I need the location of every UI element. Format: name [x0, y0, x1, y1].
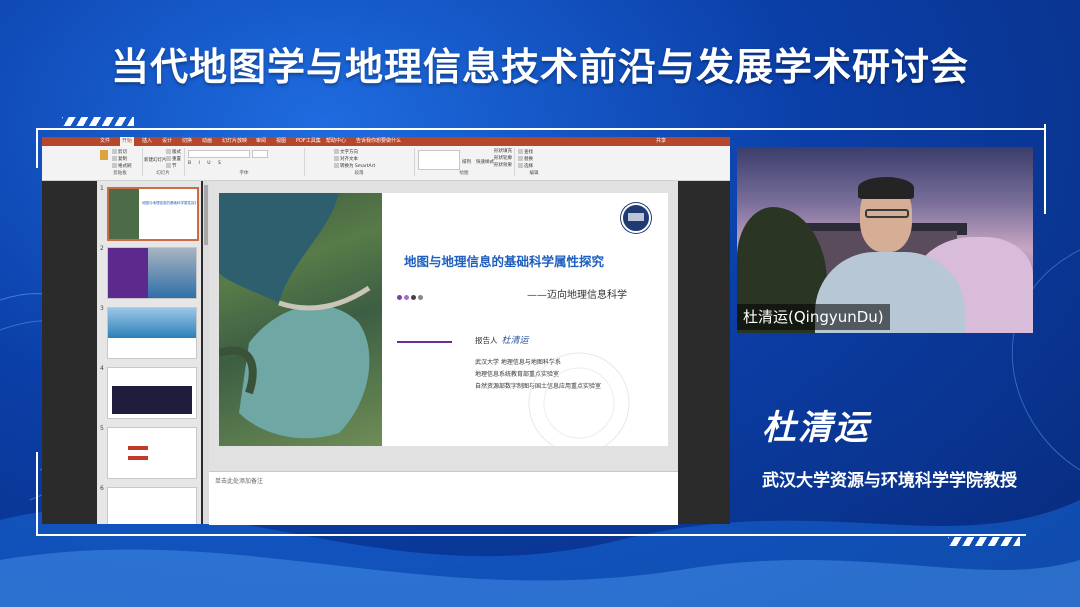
thumb-number: 1 — [100, 185, 104, 192]
slide-thumbnail-1[interactable]: 地图与地理信息的基础科学属性探究 — [107, 187, 199, 241]
video-name-tag: 杜清运(QingyunDu) — [737, 304, 890, 330]
paste-button[interactable] — [100, 150, 109, 160]
group-font: B I U S 字体 — [184, 148, 305, 176]
shape-outline-button[interactable]: 形状轮廓 — [494, 156, 512, 161]
section-button[interactable]: 节 — [166, 163, 177, 169]
reset-button[interactable]: 重置 — [166, 156, 181, 162]
tab-help-center[interactable]: 帮助中心 — [324, 137, 348, 146]
slide-thumbnail-2[interactable] — [107, 247, 197, 299]
frame-line-top — [36, 128, 1046, 130]
reset-icon — [166, 156, 171, 161]
thumb-number: 2 — [100, 245, 104, 252]
tab-home[interactable]: 开始 — [120, 137, 135, 146]
group-editing: 查找 替换 选择 编辑 — [514, 148, 554, 176]
group-drawing: 排列 快速样式 形状填充 形状轮廓 形状效果 绘图 — [414, 148, 515, 176]
arrange-button[interactable]: 排列 — [462, 160, 471, 165]
find-button[interactable]: 查找 — [518, 149, 533, 155]
tab-pdf-tools[interactable]: PDF工具集 — [294, 137, 323, 146]
slide-thumbnail-pane: 1 地图与地理信息的基础科学属性探究 2 3 4 5 6 — [97, 181, 201, 524]
stripe-ornament-top-left — [62, 117, 134, 126]
ribbon: 剪切 复制 格式刷 剪贴板 新建幻灯片 版式 重置 节 幻灯片 B I U S … — [42, 146, 730, 181]
layout-icon — [166, 149, 171, 154]
group-label-drawing: 绘图 — [459, 171, 469, 176]
group-clipboard: 剪切 复制 格式刷 剪贴板 — [98, 148, 143, 176]
current-slide[interactable]: 地图与地理信息的基础科学属性探究 ——迈向地理信息科学 报告人 杜清运 武汉大学 … — [219, 193, 668, 446]
ribbon-tabbar: 文件 开始 插入 设计 切换 动画 幻灯片放映 审阅 视图 PDF工具集 帮助中… — [42, 137, 730, 146]
slide-thumbnail-4[interactable] — [107, 367, 197, 419]
section-icon — [166, 163, 171, 168]
slide-thumbnail-5[interactable] — [107, 427, 197, 479]
cut-button[interactable]: 剪切 — [112, 149, 127, 155]
frame-line-bottom-left — [36, 452, 38, 536]
shapes-gallery[interactable] — [418, 150, 460, 170]
decorative-circles — [528, 352, 630, 446]
speaker-video: 杜清运(QingyunDu) — [737, 147, 1033, 333]
align-text-button[interactable]: 对齐文本 — [334, 156, 358, 162]
layout-button[interactable]: 版式 — [166, 149, 181, 155]
notes-placeholder: 单击此处添加备注 — [215, 478, 264, 485]
replace-button[interactable]: 替换 — [518, 156, 533, 162]
banner-title: 当代地图学与地理信息技术前沿与发展学术研讨会 — [110, 45, 969, 89]
speaker-signature: 杜清运 — [762, 408, 870, 448]
group-label-slides: 幻灯片 — [156, 171, 170, 176]
font-name-box[interactable] — [188, 150, 250, 158]
tab-insert[interactable]: 插入 — [140, 137, 154, 146]
right-panel — [678, 181, 730, 524]
scroll-thumb[interactable] — [204, 185, 208, 245]
tab-animations[interactable]: 动画 — [200, 137, 214, 146]
text-direction-button[interactable]: 文字方向 — [334, 149, 358, 155]
thumb-caption: 地图与地理信息的基础科学属性探究 — [142, 201, 196, 205]
thumb-number: 6 — [100, 485, 104, 492]
scissors-icon — [112, 149, 117, 154]
search-icon — [518, 149, 523, 154]
paste-icon — [100, 150, 108, 160]
group-slides: 新建幻灯片 版式 重置 节 幻灯片 — [142, 148, 185, 176]
font-size-box[interactable] — [252, 150, 268, 158]
thumb-number: 3 — [100, 305, 104, 312]
tab-view[interactable]: 视图 — [274, 137, 288, 146]
quick-styles-button[interactable]: 快速样式 — [476, 160, 494, 165]
stripe-ornament-bottom-right — [948, 537, 1020, 546]
group-label-font: 字体 — [239, 171, 249, 176]
new-slide-button[interactable]: 新建幻灯片 — [144, 158, 167, 163]
smartart-button[interactable]: 转换为 SmartArt — [334, 163, 375, 169]
shape-effects-button[interactable]: 形状效果 — [494, 163, 512, 168]
group-label-editing: 编辑 — [529, 171, 539, 176]
tab-design[interactable]: 设计 — [160, 137, 174, 146]
replace-icon — [518, 156, 523, 161]
frame-line-left — [36, 128, 38, 168]
slide-thumbnail-3[interactable] — [107, 307, 197, 359]
copy-button[interactable]: 复制 — [112, 156, 127, 162]
speaker-affiliation: 武汉大学资源与环境科学学院教授 — [762, 471, 1017, 491]
speaker-hair — [858, 177, 914, 199]
shared-screen: 文件 开始 插入 设计 切换 动画 幻灯片放映 审阅 视图 PDF工具集 帮助中… — [42, 137, 730, 525]
smartart-icon — [334, 163, 339, 168]
frame-line-bottom — [36, 534, 1026, 536]
group-paragraph: 文字方向 对齐文本 转换为 SmartArt 段落 — [304, 148, 415, 176]
frame-line-right — [1044, 124, 1046, 214]
format-painter-button[interactable]: 格式刷 — [112, 163, 132, 169]
font-style-buttons[interactable]: B I U S — [188, 161, 224, 166]
thumb-number: 4 — [100, 365, 104, 372]
thumb-number: 5 — [100, 425, 104, 432]
slide-canvas: 地图与地理信息的基础科学属性探究 ——迈向地理信息科学 报告人 杜清运 武汉大学 … — [209, 181, 678, 471]
glasses — [865, 209, 909, 218]
cursor-icon — [518, 163, 523, 168]
tab-slideshow[interactable]: 幻灯片放映 — [220, 137, 249, 146]
text-direction-icon — [334, 149, 339, 154]
group-label-clipboard: 剪贴板 — [113, 171, 127, 176]
select-button[interactable]: 选择 — [518, 163, 533, 169]
group-label-paragraph: 段落 — [354, 171, 364, 176]
tab-file[interactable]: 文件 — [98, 137, 112, 146]
notes-pane[interactable]: 单击此处添加备注 — [209, 471, 678, 525]
brush-icon — [112, 163, 117, 168]
align-text-icon — [334, 156, 339, 161]
tell-me-search[interactable]: 告诉我你想要做什么 — [354, 137, 403, 146]
slide-thumbnail-6[interactable] — [107, 487, 197, 524]
tab-review[interactable]: 审阅 — [254, 137, 268, 146]
share-button[interactable]: 共享 — [654, 137, 668, 146]
copy-icon — [112, 156, 117, 161]
shape-fill-button[interactable]: 形状填充 — [494, 149, 512, 154]
tab-transitions[interactable]: 切换 — [180, 137, 194, 146]
